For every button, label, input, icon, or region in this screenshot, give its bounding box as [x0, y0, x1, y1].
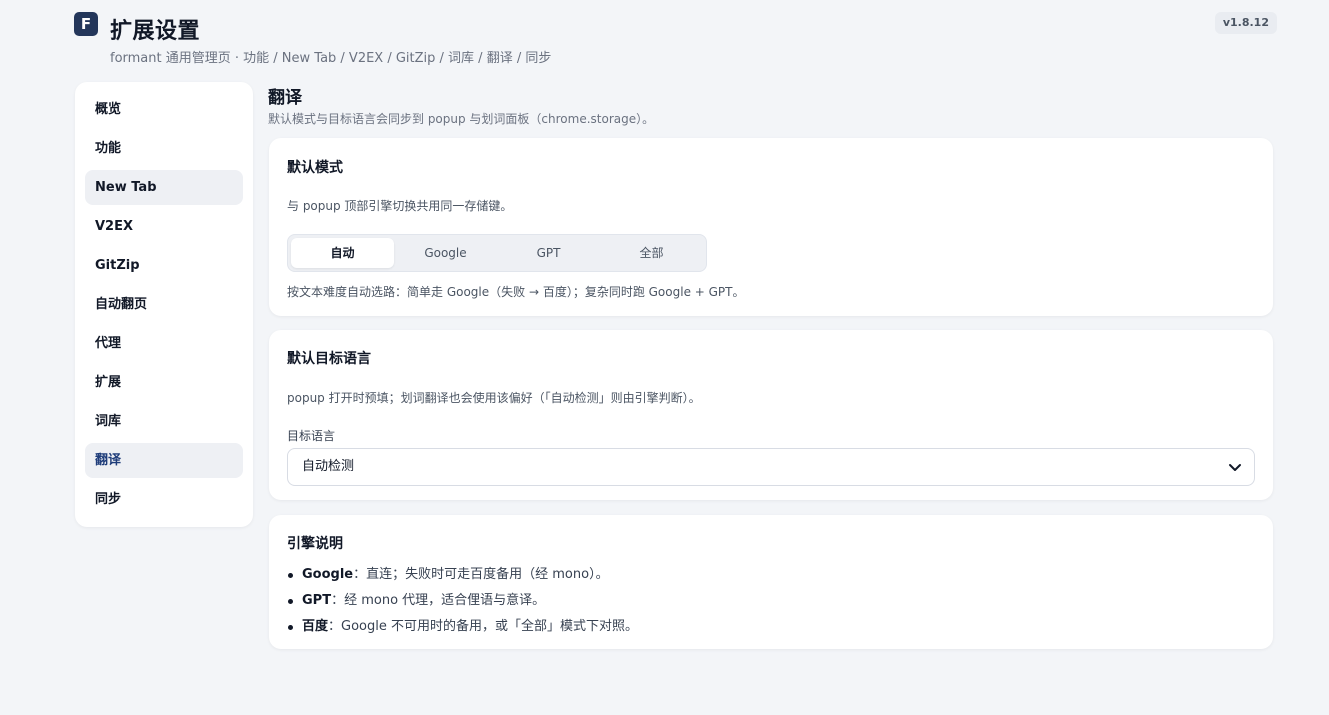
sidebar-item-v2ex[interactable]: V2EX — [85, 209, 243, 244]
engine-info-title: 引擎说明 — [287, 536, 343, 552]
mode-option-all[interactable]: 全部 — [600, 238, 703, 268]
chevron-down-icon — [1229, 464, 1241, 471]
default-mode-description: 与 popup 顶部引擎切换共用同一存储键。 — [287, 199, 513, 213]
engine-name: GPT — [302, 593, 332, 608]
mode-option-gpt[interactable]: GPT — [497, 238, 600, 268]
list-item: Google：直连；失败时可走百度备用（经 mono）。 — [287, 562, 638, 588]
default-mode-hint: 按文本难度自动选路：简单走 Google（失败 → 百度）；复杂同时跑 Goog… — [287, 285, 745, 299]
version-badge: v1.8.12 — [1214, 12, 1277, 34]
page-title: 扩展设置 — [110, 19, 201, 44]
sidebar-item-sync[interactable]: 同步 — [85, 482, 243, 517]
section-title: 翻译 — [268, 88, 302, 108]
mode-option-auto[interactable]: 自动 — [291, 238, 394, 268]
default-mode-title: 默认模式 — [287, 160, 343, 176]
target-language-select[interactable]: 自动检测 — [287, 448, 1255, 486]
breadcrumb: formant 通用管理页 · 功能 / New Tab / V2EX / Gi… — [110, 51, 552, 66]
target-language-description: popup 打开时预填；划词翻译也会使用该偏好（「自动检测」则由引擎判断）。 — [287, 391, 701, 405]
sidebar-item-gitzip[interactable]: GitZip — [85, 248, 243, 283]
target-language-label: 目标语言 — [287, 429, 336, 443]
target-language-value: 自动检测 — [302, 459, 355, 474]
engine-description: ：经 mono 代理，适合俚语与意译。 — [331, 593, 546, 608]
mode-option-google[interactable]: Google — [394, 238, 497, 268]
engine-name: Google — [302, 567, 354, 582]
sidebar-item-features[interactable]: 功能 — [85, 131, 243, 166]
sidebar-item-overview[interactable]: 概览 — [85, 92, 243, 127]
target-language-card: 默认目标语言 popup 打开时预填；划词翻译也会使用该偏好（「自动检测」则由引… — [269, 330, 1273, 500]
sidebar-item-auto-paging[interactable]: 自动翻页 — [85, 287, 243, 322]
target-language-title: 默认目标语言 — [287, 351, 371, 367]
engine-list: Google：直连；失败时可走百度备用（经 mono）。 GPT：经 mono … — [287, 562, 638, 640]
list-item: 百度：Google 不可用时的备用，或「全部」模式下对照。 — [287, 614, 638, 640]
settings-page: F 扩展设置 formant 通用管理页 · 功能 / New Tab / V2… — [0, 0, 1329, 715]
sidebar-item-proxy[interactable]: 代理 — [85, 326, 243, 361]
sidebar-item-new-tab[interactable]: New Tab — [85, 170, 243, 205]
section-description: 默认模式与目标语言会同步到 popup 与划词面板（chrome.storage… — [268, 112, 655, 126]
mode-segmented-control: 自动 Google GPT 全部 — [287, 234, 707, 272]
sidebar-item-translate[interactable]: 翻译 — [85, 443, 243, 478]
sidebar: 概览 功能 New Tab V2EX GitZip 自动翻页 代理 扩展 词库 … — [75, 82, 253, 527]
engine-name: 百度 — [302, 619, 329, 634]
engine-description: ：Google 不可用时的备用，或「全部」模式下对照。 — [328, 619, 638, 634]
default-mode-card: 默认模式 与 popup 顶部引擎切换共用同一存储键。 自动 Google GP… — [269, 138, 1273, 316]
list-item: GPT：经 mono 代理，适合俚语与意译。 — [287, 588, 638, 614]
header: F 扩展设置 formant 通用管理页 · 功能 / New Tab / V2… — [74, 12, 1284, 72]
engine-info-card: 引擎说明 Google：直连；失败时可走百度备用（经 mono）。 GPT：经 … — [269, 515, 1273, 649]
engine-description: ：直连；失败时可走百度备用（经 mono）。 — [353, 567, 609, 582]
sidebar-item-vocabulary[interactable]: 词库 — [85, 404, 243, 439]
app-logo-icon: F — [74, 12, 98, 36]
sidebar-item-extensions[interactable]: 扩展 — [85, 365, 243, 400]
